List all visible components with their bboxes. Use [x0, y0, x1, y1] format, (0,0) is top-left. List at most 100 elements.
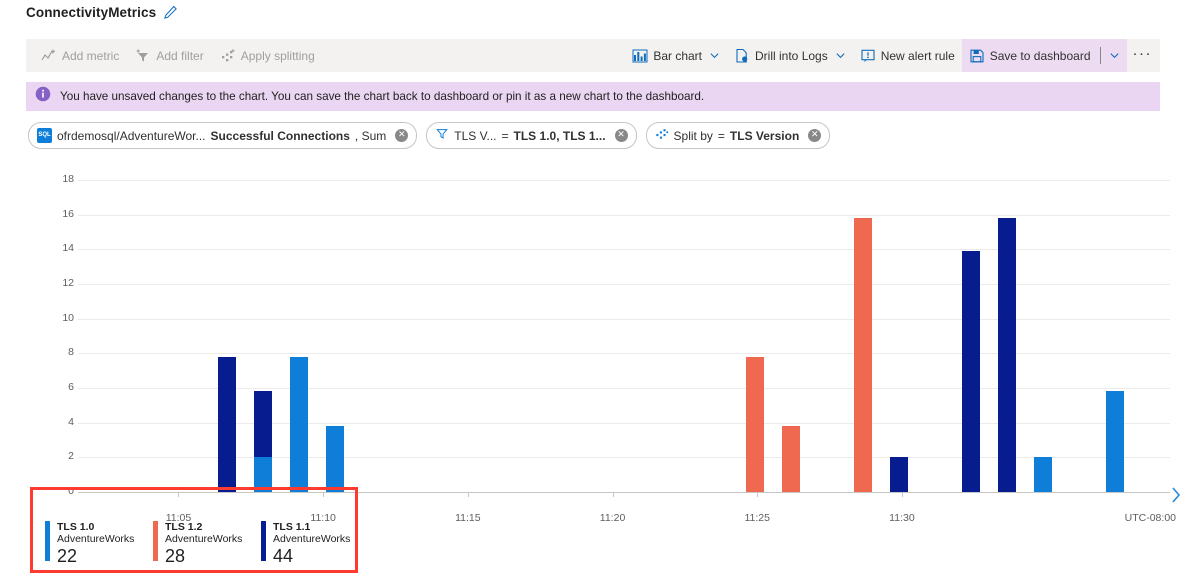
- page-title: ConnectivityMetrics: [26, 5, 156, 20]
- x-axis-tick: [613, 492, 614, 497]
- split-pill[interactable]: Split by = TLS Version ✕: [646, 122, 831, 149]
- sql-database-icon: SQL: [37, 128, 52, 143]
- legend-text: TLS 1.2AdventureWorks28: [165, 521, 242, 565]
- command-toolbar: Add metric Add filter: [26, 39, 1160, 72]
- chart-bar[interactable]: [1106, 391, 1124, 492]
- split-pill-operator: =: [718, 129, 725, 143]
- expand-right-chevron-icon[interactable]: [1170, 486, 1182, 504]
- gridline: [78, 215, 1170, 216]
- toolbar-right-group: Bar chart Drill into Logs: [625, 39, 1160, 72]
- pencil-icon[interactable]: [163, 5, 178, 20]
- filter-pill[interactable]: TLS V... = TLS 1.0, TLS 1... ✕: [426, 122, 636, 149]
- chart-bar[interactable]: [854, 218, 872, 492]
- filter-pill-operator: =: [502, 129, 509, 143]
- chart-type-button[interactable]: Bar chart: [625, 39, 727, 72]
- drill-into-logs-icon: [734, 48, 750, 64]
- gridline: [78, 180, 1170, 181]
- y-axis-tick-label: 2: [34, 450, 74, 462]
- legend-series-name: TLS 1.1: [273, 521, 350, 533]
- save-icon: [969, 48, 985, 64]
- add-metric-button[interactable]: Add metric: [34, 48, 126, 64]
- legend-color-swatch: [45, 521, 50, 561]
- metrics-chart[interactable]: 24681012141618011:0511:1011:1511:2011:25…: [0, 160, 1186, 510]
- legend-item[interactable]: TLS 1.2AdventureWorks28: [153, 521, 261, 565]
- x-axis-tick: [757, 492, 758, 497]
- chevron-down-icon[interactable]: [1109, 50, 1120, 61]
- legend-text: TLS 1.0AdventureWorks22: [57, 521, 134, 565]
- chart-plot-area[interactable]: 24681012141618011:0511:1011:1511:2011:25…: [78, 180, 1170, 492]
- chart-bar[interactable]: [254, 391, 272, 457]
- chevron-down-icon[interactable]: [709, 50, 720, 61]
- save-to-dashboard-button[interactable]: Save to dashboard: [962, 39, 1127, 72]
- metric-pill-metric: Successful Connections: [211, 129, 350, 143]
- legend-color-swatch: [153, 521, 158, 561]
- y-axis-tick-label: 10: [34, 312, 74, 324]
- toolbar-left-group: Add metric Add filter: [26, 48, 322, 64]
- metric-pill-resource: ofrdemosql/AdventureWor...: [57, 129, 206, 143]
- chart-bar[interactable]: [326, 426, 344, 492]
- split-icon: [655, 127, 669, 144]
- chevron-down-icon[interactable]: [835, 50, 846, 61]
- metric-pill[interactable]: SQL ofrdemosql/AdventureWor... Successfu…: [28, 122, 417, 149]
- y-axis-tick-label: 18: [34, 173, 74, 185]
- drill-into-logs-label: Drill into Logs: [755, 49, 828, 63]
- save-to-dashboard-label: Save to dashboard: [990, 49, 1091, 63]
- filter-icon: [435, 127, 449, 144]
- x-axis-tick-label: 11:15: [455, 512, 481, 524]
- add-filter-button[interactable]: Add filter: [128, 48, 210, 64]
- add-metric-label: Add metric: [62, 49, 119, 63]
- legend-item[interactable]: TLS 1.0AdventureWorks22: [45, 521, 153, 565]
- y-axis-tick-label: 0: [34, 485, 74, 497]
- apply-splitting-button[interactable]: Apply splitting: [213, 48, 322, 64]
- timezone-label: UTC-08:00: [1125, 512, 1176, 524]
- y-axis-tick-label: 6: [34, 381, 74, 393]
- filter-pill-row: SQL ofrdemosql/AdventureWor... Successfu…: [28, 122, 830, 149]
- chart-bar[interactable]: [890, 457, 908, 492]
- filter-pill-prefix: TLS V...: [454, 129, 496, 143]
- new-alert-rule-label: New alert rule: [881, 49, 955, 63]
- drill-into-logs-button[interactable]: Drill into Logs: [727, 39, 853, 72]
- chart-bar[interactable]: [254, 457, 272, 492]
- y-axis-tick-label: 4: [34, 416, 74, 428]
- apply-splitting-icon: [220, 48, 236, 64]
- chart-bar[interactable]: [998, 218, 1016, 492]
- legend-series-value: 22: [57, 547, 134, 565]
- notification-message: You have unsaved changes to the chart. Y…: [60, 90, 704, 103]
- legend-item[interactable]: TLS 1.1AdventureWorks44: [261, 521, 369, 565]
- x-axis-tick: [468, 492, 469, 497]
- add-metric-icon: [41, 48, 57, 64]
- new-alert-rule-button[interactable]: New alert rule: [853, 39, 962, 72]
- filter-pill-value: TLS 1.0, TLS 1...: [514, 129, 606, 143]
- x-axis-tick: [178, 492, 179, 497]
- chart-bar[interactable]: [746, 357, 764, 492]
- legend-color-swatch: [261, 521, 266, 561]
- info-icon: [35, 86, 51, 107]
- x-axis-tick: [323, 492, 324, 497]
- page-title-row: ConnectivityMetrics: [26, 5, 178, 20]
- remove-metric-pill-icon[interactable]: ✕: [395, 129, 408, 142]
- x-axis-tick-label: 11:25: [744, 512, 770, 524]
- toolbar-divider: [1100, 47, 1101, 64]
- x-axis-line: [78, 492, 1170, 493]
- legend-series-value: 28: [165, 547, 242, 565]
- metric-pill-aggregation: , Sum: [355, 129, 386, 143]
- apply-splitting-label: Apply splitting: [241, 49, 315, 63]
- add-filter-label: Add filter: [156, 49, 203, 63]
- toolbar-overflow-button[interactable]: ···: [1127, 37, 1161, 74]
- remove-filter-pill-icon[interactable]: ✕: [615, 129, 628, 142]
- y-axis-tick-label: 12: [34, 277, 74, 289]
- unsaved-changes-notification: You have unsaved changes to the chart. Y…: [26, 82, 1160, 111]
- legend-series-name: TLS 1.0: [57, 521, 134, 533]
- chart-bar[interactable]: [782, 426, 800, 492]
- chart-bar[interactable]: [290, 357, 308, 492]
- legend-series-sub: AdventureWorks: [273, 533, 350, 545]
- remove-split-pill-icon[interactable]: ✕: [808, 129, 821, 142]
- chart-bar[interactable]: [1034, 457, 1052, 492]
- chart-bar[interactable]: [218, 357, 236, 492]
- legend-series-sub: AdventureWorks: [165, 533, 242, 545]
- split-pill-prefix: Split by: [674, 129, 713, 143]
- add-filter-icon: [135, 48, 151, 64]
- bar-chart-icon: [632, 48, 648, 64]
- x-axis-tick: [902, 492, 903, 497]
- chart-bar[interactable]: [962, 251, 980, 492]
